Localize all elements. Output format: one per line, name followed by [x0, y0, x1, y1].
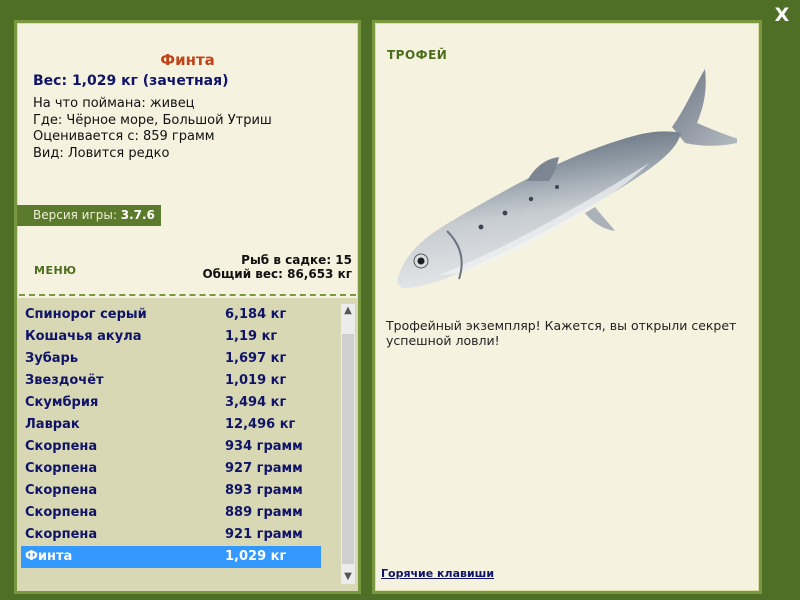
fish-name: Финта [160, 51, 215, 69]
list-item-weight: 934 грамм [225, 439, 303, 454]
fish-body [397, 131, 681, 288]
close-button[interactable]: X [772, 4, 792, 26]
list-item-weight: 3,494 кг [225, 395, 287, 410]
fish-tail [672, 69, 737, 146]
version-label: Версия игры: [33, 208, 117, 222]
list-item[interactable]: Финта 1,029 кг [21, 546, 321, 568]
caught-with: На что поймана: живец [33, 96, 195, 111]
list-item-weight: 893 грамм [225, 483, 303, 498]
list-item[interactable]: Скорпена 893 грамм [21, 480, 321, 502]
trophy-panel: ТРОФЕЙ Трофейный экземпляр! Кажется, вы … [372, 20, 762, 594]
version-value: 3.7.6 [120, 208, 155, 222]
total-weight: Общий вес: 86,653 кг [202, 267, 352, 281]
list-item-name: Финта [25, 549, 73, 564]
list-item[interactable]: Скорпена 889 грамм [21, 502, 321, 524]
fish-count: Рыб в садке: 15 [241, 253, 352, 267]
list-item-weight: 889 грамм [225, 505, 303, 520]
list-item-weight: 1,029 кг [225, 549, 287, 564]
list-item[interactable]: Спинорог серый 6,184 кг [21, 304, 321, 326]
fish-pelvic-fin [585, 207, 615, 231]
divider [19, 294, 356, 296]
list-item-weight: 1,19 кг [225, 329, 278, 344]
list-item[interactable]: Кошачья акула 1,19 кг [21, 326, 321, 348]
min-counted-weight: Оценивается с: 859 грамм [33, 129, 215, 144]
fish-pupil [417, 257, 425, 265]
list-item-name: Скумбрия [25, 395, 99, 410]
list-item[interactable]: Скорпена 921 грамм [21, 524, 321, 546]
species-rarity: Вид: Ловится редко [33, 145, 170, 161]
chevron-up-icon[interactable]: ▲ [341, 304, 355, 318]
trophy-title: ТРОФЕЙ [387, 48, 448, 62]
list-item-name: Скорпена [25, 505, 98, 520]
fish-weight: Вес: 1,029 кг (зачетная) [33, 73, 229, 89]
list-item-name: Звездочёт [25, 373, 104, 388]
scroll-thumb[interactable] [342, 334, 354, 564]
list-item-weight: 927 грамм [225, 461, 303, 476]
list-item-weight: 921 грамм [225, 527, 303, 542]
chevron-down-icon[interactable]: ▼ [341, 570, 355, 584]
list-item[interactable]: Лаврак 12,496 кг [21, 414, 321, 436]
catch-list[interactable]: Спинорог серый 6,184 кг Кошачья акула 1,19 … [17, 298, 358, 591]
list-item[interactable]: Скумбрия 3,494 кг [21, 392, 321, 414]
list-item[interactable]: Скорпена 927 грамм [21, 458, 321, 480]
trophy-description: Трофейный экземпляр! Кажется, вы открыли… [386, 318, 737, 348]
close-icon[interactable]: X [775, 4, 790, 26]
fish-image [397, 69, 737, 288]
list-item-name: Скорпена [25, 461, 98, 476]
menu-button[interactable]: МЕНЮ [34, 264, 77, 277]
list-item-weight: 1,019 кг [225, 373, 287, 388]
list-item-name: Скорпена [25, 483, 98, 498]
list-item-weight: 1,697 кг [225, 351, 287, 366]
list-item-name: Скорпена [25, 527, 98, 542]
fish-details: На что поймана: живец Где: Чёрное море, … [33, 96, 272, 162]
list-item-weight: 6,184 кг [225, 307, 287, 322]
list-item-name: Скорпена [25, 439, 98, 454]
list-item[interactable]: Звездочёт 1,019 кг [21, 370, 321, 392]
catch-stats: Рыб в садке: 15 Общий вес: 86,653 кг [202, 253, 352, 281]
list-item[interactable]: Зубарь 1,697 кг [21, 348, 321, 370]
list-item-name: Зубарь [25, 351, 79, 366]
list-item-name: Спинорог серый [25, 307, 147, 322]
list-item[interactable]: Скорпена 934 грамм [21, 436, 321, 458]
scrollbar[interactable]: ▲ ▼ [341, 304, 355, 584]
game-version: Версия игры: 3.7.6 [17, 205, 161, 226]
caught-where: Где: Чёрное море, Большой Утриш [33, 112, 272, 128]
list-item-name: Кошачья акула [25, 329, 142, 344]
hotkeys-link[interactable]: Горячие клавиши [381, 567, 494, 580]
list-item-name: Лаврак [25, 417, 80, 432]
list-item-weight: 12,496 кг [225, 417, 296, 432]
fish-info-panel: Финта Вес: 1,029 кг (зачетная) На что по… [14, 20, 361, 594]
